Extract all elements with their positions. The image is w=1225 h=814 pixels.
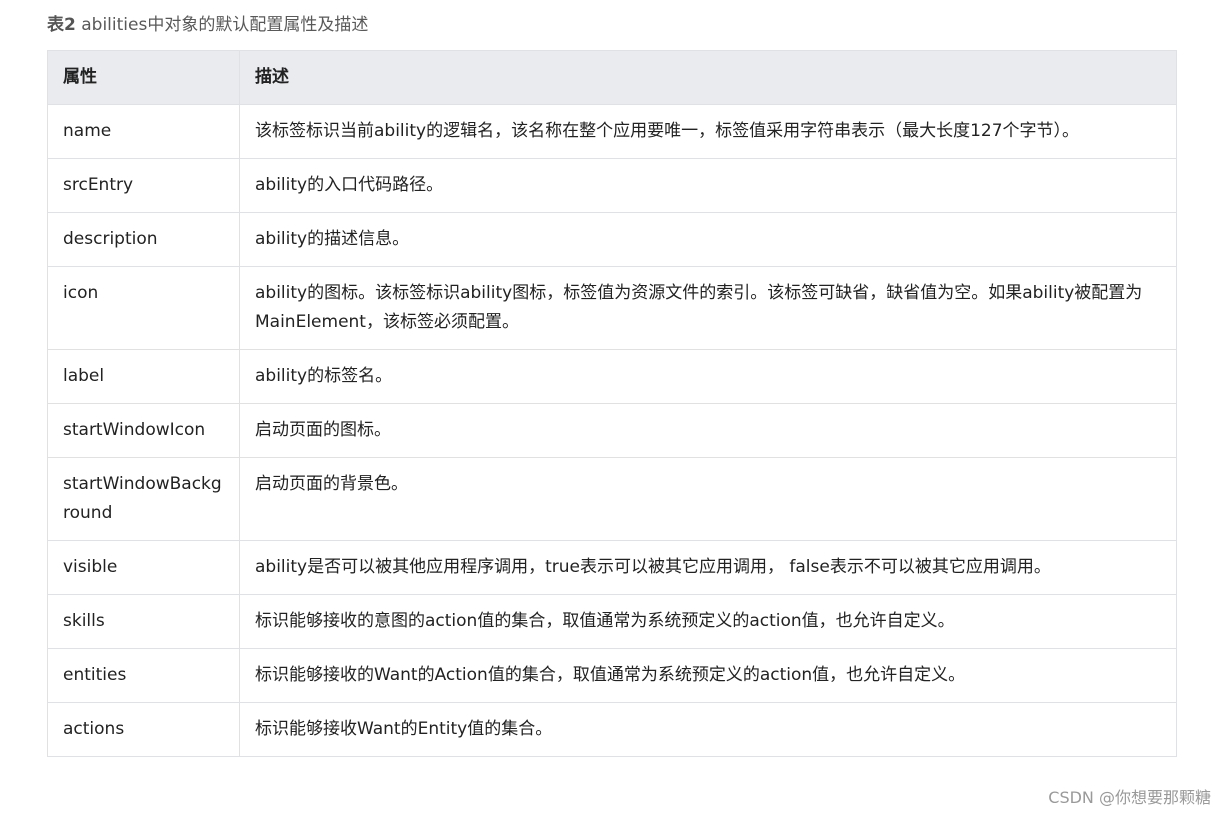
properties-table: 属性 描述 name 该标签标识当前ability的逻辑名，该名称在整个应用要唯… [47, 50, 1177, 757]
table-row: skills 标识能够接收的意图的action值的集合，取值通常为系统预定义的a… [47, 594, 1177, 649]
header-description: 描述 [239, 50, 1177, 105]
property-name: startWindowBackground [47, 457, 240, 541]
property-name: entities [47, 648, 240, 703]
property-name: srcEntry [47, 158, 240, 213]
table-header-row: 属性 描述 [47, 50, 1177, 105]
header-property: 属性 [47, 50, 240, 105]
property-name: actions [47, 702, 240, 757]
property-name: label [47, 349, 240, 404]
property-description: 标识能够接收的Want的Action值的集合，取值通常为系统预定义的action… [239, 648, 1177, 703]
table-row: actions 标识能够接收Want的Entity值的集合。 [47, 702, 1177, 757]
property-name: visible [47, 540, 240, 595]
property-name: skills [47, 594, 240, 649]
property-description: 该标签标识当前ability的逻辑名，该名称在整个应用要唯一，标签值采用字符串表… [239, 104, 1177, 159]
table-row: icon ability的图标。该标签标识ability图标，标签值为资源文件的… [47, 266, 1177, 350]
table-row: startWindowIcon 启动页面的图标。 [47, 403, 1177, 458]
table-caption: 表2 abilities中对象的默认配置属性及描述 [47, 10, 368, 35]
table-caption-text: abilities中对象的默认配置属性及描述 [81, 15, 369, 35]
table-row: name 该标签标识当前ability的逻辑名，该名称在整个应用要唯一，标签值采… [47, 104, 1177, 159]
property-description: 启动页面的背景色。 [239, 457, 1177, 541]
property-name: name [47, 104, 240, 159]
property-description: 标识能够接收Want的Entity值的集合。 [239, 702, 1177, 757]
table-row: label ability的标签名。 [47, 349, 1177, 404]
property-name: icon [47, 266, 240, 350]
property-description: ability是否可以被其他应用程序调用，true表示可以被其它应用调用， fa… [239, 540, 1177, 595]
property-name: description [47, 212, 240, 267]
table-row: startWindowBackground 启动页面的背景色。 [47, 457, 1177, 541]
table-row: description ability的描述信息。 [47, 212, 1177, 267]
table-row: entities 标识能够接收的Want的Action值的集合，取值通常为系统预… [47, 648, 1177, 703]
property-description: ability的描述信息。 [239, 212, 1177, 267]
table-number: 表2 [47, 15, 76, 35]
property-description: 标识能够接收的意图的action值的集合，取值通常为系统预定义的action值，… [239, 594, 1177, 649]
property-description: ability的入口代码路径。 [239, 158, 1177, 213]
table-row: visible ability是否可以被其他应用程序调用，true表示可以被其它… [47, 540, 1177, 595]
property-description: 启动页面的图标。 [239, 403, 1177, 458]
csdn-watermark: CSDN @你想要那颗糖 [1048, 788, 1211, 807]
property-description: ability的标签名。 [239, 349, 1177, 404]
property-name: startWindowIcon [47, 403, 240, 458]
property-description: ability的图标。该标签标识ability图标，标签值为资源文件的索引。该标… [239, 266, 1177, 350]
table-row: srcEntry ability的入口代码路径。 [47, 158, 1177, 213]
